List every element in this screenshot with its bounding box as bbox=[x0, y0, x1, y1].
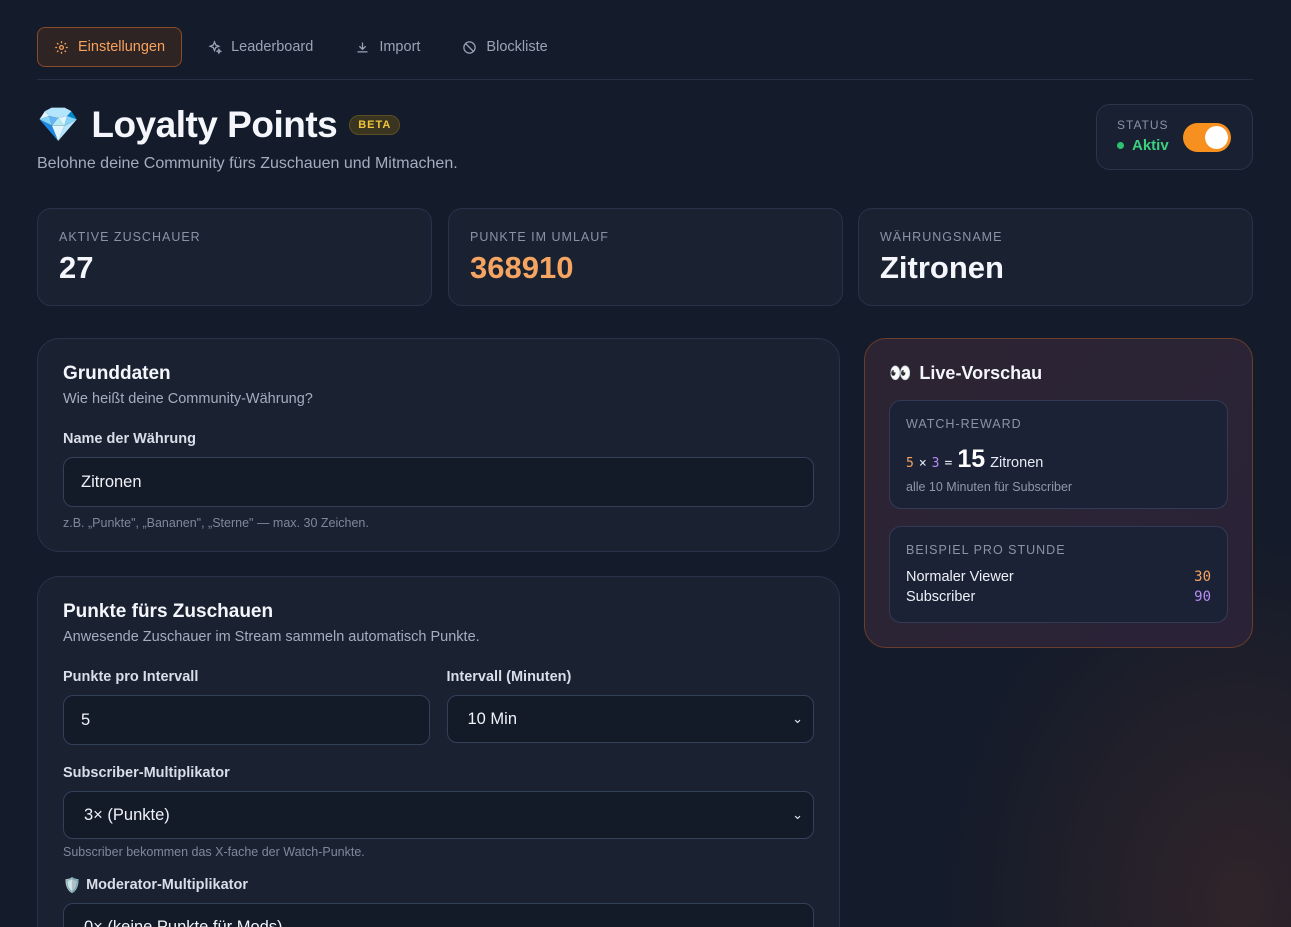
interval-label: Intervall (Minuten) bbox=[446, 669, 572, 685]
calc-equals: = bbox=[944, 456, 953, 471]
preview-title: 👀 Live-Vorschau bbox=[889, 363, 1228, 384]
calc-base: 5 bbox=[906, 456, 914, 471]
watch-reward-box: WATCH-REWARD 5 × 3 = 15 Zitronen alle 10… bbox=[889, 400, 1228, 509]
subscriber-multiplier-select[interactable]: 3× (Punkte) ⌄ bbox=[63, 791, 814, 839]
calc-multiplier: 3 bbox=[931, 456, 940, 471]
chevron-down-icon: ⌄ bbox=[792, 807, 803, 822]
chevron-down-icon: ⌄ bbox=[792, 919, 803, 927]
tab-bar: Einstellungen Leaderboard Import Blockli… bbox=[37, 27, 1253, 80]
page-title: Loyalty Points bbox=[91, 104, 338, 145]
currency-name-label: Name der Währung bbox=[63, 431, 196, 447]
calc-times: × bbox=[918, 456, 927, 471]
status-dot-icon bbox=[1117, 142, 1124, 149]
interval-value: 10 Min bbox=[467, 709, 518, 728]
tab-import[interactable]: Import bbox=[338, 27, 437, 67]
row-value: 90 bbox=[1194, 589, 1211, 605]
hourly-row-viewer: Normaler Viewer 30 bbox=[906, 569, 1211, 585]
subscriber-multiplier-hint: Subscriber bekommen das X-fache der Watc… bbox=[63, 845, 365, 859]
live-preview-card: 👀 Live-Vorschau WATCH-REWARD 5 × 3 = 15 … bbox=[864, 338, 1253, 648]
tab-blockliste[interactable]: Blockliste bbox=[445, 27, 564, 67]
download-icon bbox=[357, 42, 368, 52]
stat-label: AKTIVE ZUSCHAUER bbox=[59, 230, 201, 244]
calc-result: 15 bbox=[957, 445, 986, 473]
points-per-interval-label: Punkte pro Intervall bbox=[63, 669, 199, 685]
hourly-row-subscriber: Subscriber 90 bbox=[906, 589, 1211, 605]
tab-label: Einstellungen bbox=[78, 39, 166, 55]
toggle-knob bbox=[1205, 126, 1228, 149]
page-subtitle: Belohne deine Community fürs Zuschauen u… bbox=[37, 155, 458, 172]
moderator-multiplier-select[interactable]: 0× (keine Punkte für Mods) ⌄ bbox=[63, 903, 814, 927]
ban-icon bbox=[463, 40, 477, 54]
subscriber-multiplier-label: Subscriber-Multiplikator bbox=[63, 765, 230, 781]
moderator-multiplier-label: 🛡️ Moderator-Multiplikator bbox=[63, 877, 814, 894]
page-header: 💎 Loyalty Points BETA bbox=[37, 104, 401, 146]
hourly-example-box: BEISPIEL PRO STUNDE Normaler Viewer 30 S… bbox=[889, 526, 1228, 623]
currency-name-input[interactable]: Zitronen bbox=[63, 457, 814, 507]
moderator-multiplier-label-text: Moderator-Multiplikator bbox=[86, 877, 248, 893]
stat-card-points: PUNKTE IM UMLAUF 368910 bbox=[448, 208, 843, 306]
beta-badge: BETA bbox=[349, 115, 401, 135]
watch-reward-label: WATCH-REWARD bbox=[906, 417, 1022, 431]
tab-label: Leaderboard bbox=[231, 39, 314, 55]
stat-card-viewers: AKTIVE ZUSCHAUER 27 bbox=[37, 208, 432, 306]
tab-label: Blockliste bbox=[486, 39, 548, 55]
grunddaten-card: Grunddaten Wie heißt deine Community-Wäh… bbox=[37, 338, 840, 552]
card-title: Grunddaten bbox=[63, 363, 171, 384]
stat-card-currency: WÄHRUNGSNAME Zitronen bbox=[858, 208, 1253, 306]
hourly-example-label: BEISPIEL PRO STUNDE bbox=[906, 543, 1066, 557]
subscriber-multiplier-value: 3× (Punkte) bbox=[84, 805, 170, 824]
moderator-multiplier-value: 0× (keine Punkte für Mods) bbox=[84, 917, 283, 927]
status-text: Aktiv bbox=[1132, 137, 1169, 154]
tab-label: Import bbox=[379, 39, 421, 55]
status-card: STATUS Aktiv bbox=[1096, 104, 1253, 170]
stat-value: Zitronen bbox=[880, 250, 1004, 285]
points-per-interval-input[interactable]: 5 bbox=[63, 695, 430, 745]
stat-value: 27 bbox=[59, 250, 94, 285]
watch-reward-note: alle 10 Minuten für Subscriber bbox=[906, 480, 1073, 494]
tab-leaderboard[interactable]: Leaderboard bbox=[190, 27, 330, 67]
card-title: Punkte fürs Zuschauen bbox=[63, 601, 274, 622]
card-desc: Anwesende Zuschauer im Stream sammeln au… bbox=[63, 629, 480, 645]
interval-select[interactable]: 10 Min ⌄ bbox=[446, 695, 814, 743]
row-value: 30 bbox=[1194, 569, 1211, 585]
watch-reward-calc: 5 × 3 = 15 Zitronen bbox=[906, 445, 1211, 474]
stat-value: 368910 bbox=[470, 250, 574, 285]
chevron-down-icon: ⌄ bbox=[792, 711, 803, 726]
gear-icon bbox=[55, 40, 68, 54]
calc-unit: Zitronen bbox=[990, 455, 1044, 471]
stat-label: WÄHRUNGSNAME bbox=[880, 230, 1003, 244]
preview-title-text: Live-Vorschau bbox=[919, 363, 1043, 383]
tab-einstellungen[interactable]: Einstellungen bbox=[37, 27, 183, 67]
gem-icon: 💎 bbox=[37, 106, 80, 144]
row-label: Normaler Viewer bbox=[906, 569, 1014, 585]
eyes-icon: 👀 bbox=[889, 363, 912, 383]
shield-icon: 🛡️ bbox=[63, 878, 82, 894]
stat-label: PUNKTE IM UMLAUF bbox=[470, 230, 609, 244]
watch-points-card: Punkte fürs Zuschauen Anwesende Zuschaue… bbox=[37, 576, 840, 927]
sparkles-icon bbox=[208, 39, 223, 55]
row-label: Subscriber bbox=[906, 589, 976, 605]
currency-name-hint: z.B. „Punkte", „Bananen", „Sterne" — max… bbox=[63, 516, 369, 530]
status-toggle[interactable] bbox=[1183, 123, 1231, 152]
card-desc: Wie heißt deine Community-Währung? bbox=[63, 391, 313, 407]
